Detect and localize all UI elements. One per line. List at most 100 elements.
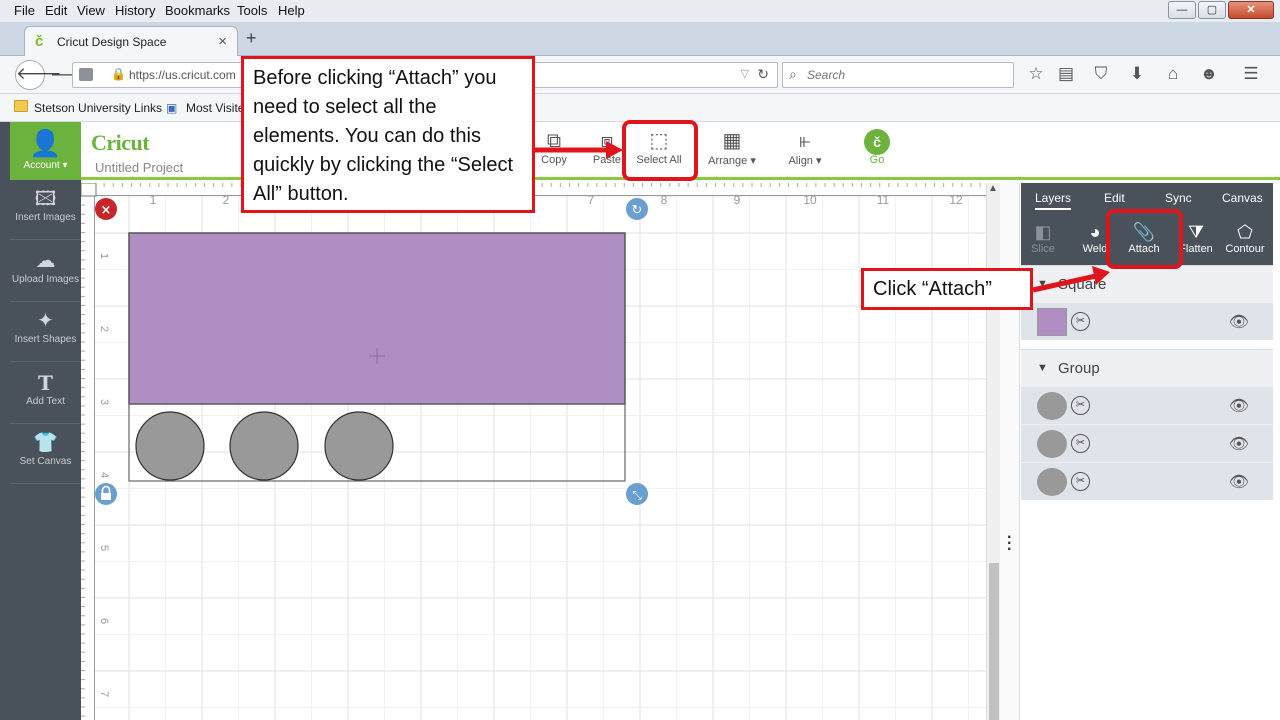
scissors-icon[interactable]: ✂ (1071, 472, 1090, 491)
ruler-top-label: 8 (661, 193, 668, 207)
slice-label: Slice (1031, 243, 1055, 255)
add-text-button[interactable]: T Add Text (10, 364, 81, 424)
menu-help[interactable]: Help (278, 3, 305, 18)
hamburger-menu-icon[interactable]: ☰ (1240, 63, 1262, 85)
contour-button[interactable]: ⬠ Contour (1221, 221, 1269, 255)
scissors-icon[interactable]: ✂ (1071, 434, 1090, 453)
ruler-left-label: 4 (98, 472, 110, 478)
home-icon[interactable]: ⌂ (1162, 63, 1184, 85)
ruler-left-label: 3 (98, 399, 110, 405)
back-button[interactable]: 🡐 (15, 60, 62, 90)
design-canvas[interactable]: 123456789101112 1234567 × ↻ ⤡ (81, 183, 986, 720)
eye-icon[interactable]: 👁 (1229, 434, 1249, 454)
tab-sync[interactable]: Sync (1165, 191, 1192, 205)
resize-handle-icon[interactable]: ⤡ (626, 483, 648, 505)
downloads-icon[interactable]: ⬇ (1126, 63, 1148, 85)
slice-button[interactable]: ◧ Slice (1019, 221, 1067, 255)
arrange-icon: ▦ (722, 130, 742, 152)
menu-file[interactable]: File (14, 3, 35, 18)
url-dropdown-icon[interactable]: ▽ (741, 67, 749, 80)
project-name[interactable]: Untitled Project (95, 160, 183, 175)
search-bar[interactable]: ⌕ (782, 62, 1014, 88)
ruler-top-label: 7 (588, 193, 595, 207)
scissors-icon[interactable]: ✂ (1071, 312, 1090, 331)
scroll-up-icon[interactable]: ▲ (988, 183, 998, 194)
menu-edit[interactable]: Edit (45, 3, 67, 18)
ruler-corner (81, 183, 97, 197)
layer-group-group[interactable]: ▼ Group (1021, 349, 1273, 387)
delete-handle-icon[interactable]: × (95, 198, 117, 220)
lock-handle-icon[interactable] (95, 483, 117, 505)
text-icon: T (38, 371, 53, 395)
upload-images-button[interactable]: ☁ Upload Images (10, 242, 81, 302)
align-label: Align ▾ (788, 155, 822, 167)
reading-list-icon[interactable]: ▤ (1055, 63, 1077, 85)
copy-label: Copy (541, 154, 567, 166)
new-tab-button[interactable]: + (246, 28, 257, 49)
collapse-triangle-icon[interactable]: ▼ (1037, 278, 1048, 290)
eye-icon[interactable]: 👁 (1229, 312, 1249, 332)
purple-rectangle[interactable] (128, 232, 626, 405)
tab-edit[interactable]: Edit (1104, 191, 1125, 205)
set-canvas-label: Set Canvas (19, 456, 72, 467)
circle-1[interactable] (135, 411, 205, 481)
layer-group-square[interactable]: ▼ Square (1021, 265, 1273, 303)
shirt-icon: 👕 (33, 432, 58, 454)
close-window-button[interactable]: ✕ (1228, 1, 1274, 19)
eye-icon[interactable]: 👁 (1229, 472, 1249, 492)
eye-icon[interactable]: 👁 (1229, 396, 1249, 416)
set-canvas-button[interactable]: 👕 Set Canvas (10, 424, 81, 484)
pocket-icon[interactable]: ⛉ (1090, 63, 1112, 85)
ruler-top-label: 11 (877, 193, 890, 207)
layer-row[interactable]: ✂ 👁 (1021, 424, 1273, 462)
menu-bookmarks[interactable]: Bookmarks (165, 3, 230, 18)
menu-history[interactable]: History (115, 3, 155, 18)
search-input[interactable] (807, 66, 1007, 84)
reload-icon[interactable]: ↻ (757, 66, 769, 83)
go-button[interactable]: č Go (847, 128, 907, 166)
align-button[interactable]: ⫦ Align ▾ (775, 128, 835, 167)
menu-tools[interactable]: Tools (237, 3, 267, 18)
attach-highlight (1106, 209, 1183, 269)
tab-cricut-design-space[interactable]: č Cricut Design Space × (24, 26, 238, 56)
circle-2[interactable] (229, 411, 299, 481)
layer-color-swatch[interactable] (1037, 308, 1067, 336)
ruler-top-label: 2 (223, 193, 230, 207)
url-text[interactable]: https://us.cricut.com (129, 68, 236, 82)
panel-splitter[interactable]: · · · (1000, 183, 1020, 720)
paste-label: Paste (592, 154, 622, 166)
layer-row[interactable]: ✂ 👁 (1021, 462, 1273, 500)
drag-handle-icon[interactable]: · · · (1007, 530, 1012, 558)
canvas-vertical-scrollbar[interactable]: ▲ (986, 183, 1000, 720)
layer-row[interactable]: ✂ 👁 (1021, 302, 1273, 340)
bookmark-stetson-links[interactable]: Stetson University Links (34, 101, 162, 115)
arrange-button[interactable]: ▦ Arrange ▾ (702, 128, 762, 167)
layer-row[interactable]: ✂ 👁 (1021, 386, 1273, 424)
tab-layers[interactable]: Layers (1035, 191, 1072, 210)
layer-color-swatch[interactable] (1037, 430, 1067, 458)
scrollbar-thumb[interactable] (989, 563, 999, 720)
bookmark-star-icon[interactable]: ☆ (1025, 63, 1047, 85)
layer-color-swatch[interactable] (1037, 392, 1067, 420)
rotate-handle-icon[interactable]: ↻ (626, 198, 648, 220)
tab-canvas[interactable]: Canvas (1222, 191, 1263, 205)
canvas-surface[interactable]: 123456789101112 1234567 × ↻ ⤡ (81, 183, 986, 720)
account-button[interactable]: 👤 Account ▾ (10, 122, 81, 180)
left-sidebar: 🖾 Insert Images ☁ Upload Images ✦ Insert… (10, 180, 81, 720)
insert-shapes-button[interactable]: ✦ Insert Shapes (10, 302, 81, 362)
select-all-highlight (622, 120, 698, 181)
maximize-button[interactable]: ▢ (1198, 1, 1226, 19)
page-info-icon[interactable] (79, 68, 93, 81)
collapse-triangle-icon[interactable]: ▼ (1037, 362, 1048, 374)
insert-images-button[interactable]: 🖾 Insert Images (10, 180, 81, 240)
circle-3[interactable] (324, 411, 394, 481)
layer-color-swatch[interactable] (1037, 468, 1067, 496)
add-text-label: Add Text (26, 396, 65, 407)
minimize-button[interactable]: — (1168, 1, 1196, 19)
scissors-icon[interactable]: ✂ (1071, 396, 1090, 415)
chat-icon[interactable]: ☻ (1198, 63, 1220, 85)
tab-close-icon[interactable]: × (218, 33, 227, 50)
window-controls: — ▢ ✕ (1168, 1, 1274, 21)
left-strip (0, 122, 10, 720)
menu-view[interactable]: View (77, 3, 105, 18)
